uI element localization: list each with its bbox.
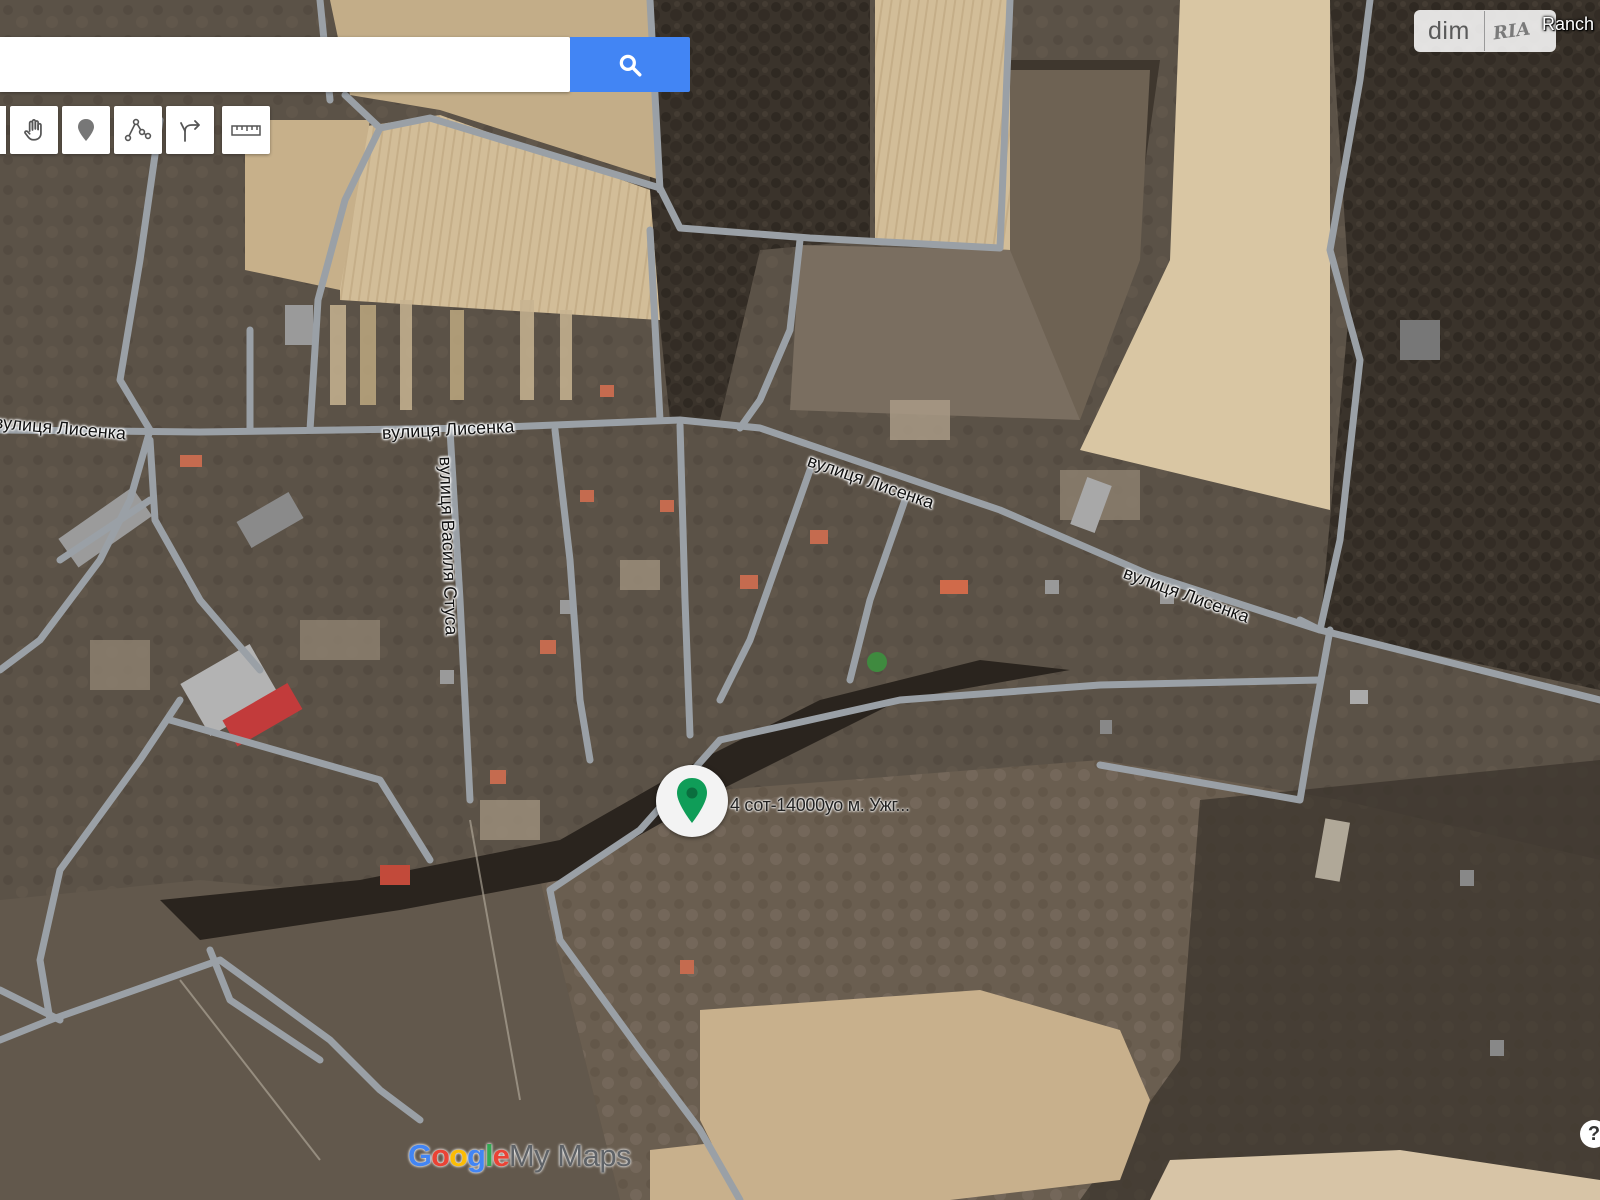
location-pin-icon — [677, 778, 707, 823]
logo-divider — [1483, 11, 1485, 51]
google-my-maps-logo: GoogleMy Maps — [408, 1138, 632, 1173]
mymaps-text: My Maps — [508, 1138, 632, 1173]
forest-east — [1320, 0, 1600, 690]
toolbar-directions-button[interactable] — [166, 106, 214, 154]
ruler-icon — [231, 125, 261, 136]
marker-icon — [78, 119, 94, 141]
toolbar-pan-button[interactable] — [10, 106, 58, 154]
search-button[interactable] — [570, 37, 690, 92]
field-north-strip — [875, 0, 1010, 250]
field-south — [700, 990, 1150, 1200]
search-icon — [619, 54, 642, 76]
ria-logo-text: RIA — [1491, 18, 1532, 44]
toolbar-draw-line-button[interactable] — [114, 106, 162, 154]
pond — [867, 652, 887, 672]
satellite-map[interactable] — [0, 0, 1600, 1200]
marker-label[interactable]: 4 сот-14000уо м. Ужг... — [730, 795, 910, 816]
directions-icon — [180, 120, 200, 142]
toolbar-add-marker-button[interactable] — [62, 106, 110, 154]
hand-icon — [24, 119, 42, 141]
place-label-ranch: Ranch — [1542, 14, 1595, 34]
search-box — [0, 37, 570, 92]
location-marker[interactable] — [656, 765, 728, 837]
polyline-icon — [124, 118, 152, 142]
help-icon[interactable]: ? — [1580, 1120, 1600, 1148]
map-toolbar — [0, 106, 270, 154]
toolbar-undo-button[interactable] — [0, 106, 6, 154]
dim-logo-text: dim — [1428, 16, 1470, 45]
dim-ria-logo[interactable]: dim RIA — [1414, 10, 1556, 52]
toolbar-measure-button[interactable] — [222, 106, 270, 154]
search-input[interactable] — [0, 37, 570, 92]
